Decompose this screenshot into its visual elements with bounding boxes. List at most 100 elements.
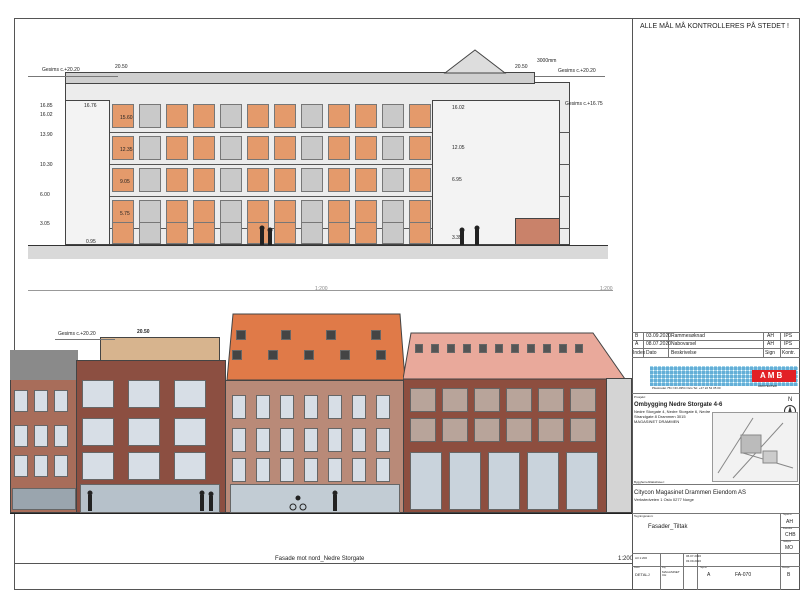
people-figures-section (259, 225, 480, 245)
facade-caption: Fasade mot nord_Nedre Storgate (275, 556, 365, 562)
facade-window (128, 452, 160, 480)
section-window-panel (193, 104, 215, 128)
rev-header-kontr: Kontr. (782, 350, 796, 356)
facade-dormer-window (304, 350, 314, 360)
facade-window (328, 458, 342, 482)
level-left-4: 6.00 (40, 192, 50, 198)
rev-b-sign: AH (767, 333, 774, 339)
section-window-panel (166, 136, 188, 160)
section-window-panel (220, 200, 242, 224)
facade-window (14, 425, 28, 447)
section-window-panel (274, 200, 296, 224)
facade-window (474, 388, 500, 412)
facade-shopfront (12, 488, 76, 510)
facade-window (506, 388, 532, 412)
facade-window (232, 395, 246, 419)
gesims-right-line (535, 76, 605, 77)
date-2: 03.09.2020 (686, 559, 702, 563)
facade-dormer-window (326, 330, 336, 340)
drawing-label: Tegningsnavn: (634, 514, 654, 518)
section-window-panel (139, 136, 161, 160)
section-window-panel (274, 136, 296, 160)
section-window-panel (355, 168, 377, 192)
facade-window (280, 395, 294, 419)
facade-window (410, 388, 436, 412)
facade-window (352, 458, 366, 482)
section-window-panel (301, 200, 323, 224)
rev-b-date: 03.09.2020 (646, 333, 672, 339)
facade-window (376, 458, 390, 482)
level-right-1: 12.05 (452, 145, 465, 151)
site-map-icon (717, 417, 794, 479)
facade-window (352, 395, 366, 419)
level-mid-0: 16.76 (84, 103, 97, 109)
level-left-2: 13.90 (40, 132, 53, 138)
facade-arched-window (449, 452, 481, 510)
facade-window (128, 380, 160, 408)
rev-col-3 (763, 332, 764, 357)
dim-3000-label: 3000mm (537, 58, 557, 64)
facade-dormer-window (281, 330, 291, 340)
facade-dormer-window (415, 344, 423, 353)
code-label-status: Status (634, 567, 640, 569)
code-sep-2 (632, 566, 800, 567)
facade-window (54, 425, 68, 447)
code-col-4 (780, 553, 781, 590)
gesims-right-label: Gesims c.+20.20 (558, 68, 596, 74)
fag-value: MAGASINET CH (662, 570, 680, 578)
gesims-right2-label: Gesims c.+16.75 (565, 101, 603, 107)
amb-subtitle: ARKITEKTER (758, 384, 777, 388)
facade-window (538, 418, 564, 442)
rev-header-sign: Sign (765, 350, 776, 356)
rev-line-3 (632, 357, 800, 358)
facade-window (34, 455, 48, 477)
owner-name: Citycon Magasinet Drammen Eiendom AS (634, 490, 747, 496)
code-label-rev: Revisjon (782, 567, 790, 569)
level-left-3: 10.30 (40, 162, 53, 168)
section-window-panel (166, 104, 188, 128)
level-right-0: 16.02 (452, 105, 465, 111)
section-window-panel (409, 104, 431, 128)
facade-dormer-window (232, 350, 242, 360)
facade-dormer-window (479, 344, 487, 353)
level-mid-2: 12.35 (120, 147, 133, 153)
scale-left-label: 1:200 (315, 286, 328, 292)
facade-window (352, 428, 366, 452)
ground-line (28, 245, 608, 259)
section-gable (443, 49, 507, 74)
facade-dormer-window (527, 344, 535, 353)
rev-a-date: 08.07.2020 (646, 341, 672, 347)
facade-window (280, 428, 294, 452)
section-window-panel (301, 104, 323, 128)
facade-dormer-window (431, 344, 439, 353)
facade-dormer-window (371, 330, 381, 340)
facade-window (474, 418, 500, 442)
facade-window (304, 428, 318, 452)
facade-window (256, 428, 270, 452)
section-window-panel (166, 200, 188, 224)
site-map-thumbnail (712, 412, 798, 482)
owner-sep (632, 513, 800, 514)
facade-window (376, 428, 390, 452)
facade-window (538, 388, 564, 412)
scale-right-label: 1:200 (600, 286, 613, 292)
facade-dormer-window (575, 344, 583, 353)
section-window-panel (301, 136, 323, 160)
sign-3: MO (785, 545, 794, 551)
gesims-left-label: Gesims c.+20.20 (42, 67, 80, 73)
facade-dormer-window (543, 344, 551, 353)
facade-window (128, 418, 160, 446)
facade-arched-window (488, 452, 520, 510)
code-label-fag: Fag (662, 567, 666, 569)
section-window-panel (166, 168, 188, 192)
section-window-panel (247, 104, 269, 128)
sign-1: AH (786, 519, 793, 525)
section-window-panel (328, 104, 350, 128)
section-window-panel (355, 200, 377, 224)
facade-window (174, 380, 206, 408)
facade-window (442, 418, 468, 442)
section-window-panel (274, 168, 296, 192)
facade-ground-line (10, 513, 632, 514)
sign-2-label: Kontrollert (783, 528, 793, 530)
section-brick-base (515, 218, 560, 245)
